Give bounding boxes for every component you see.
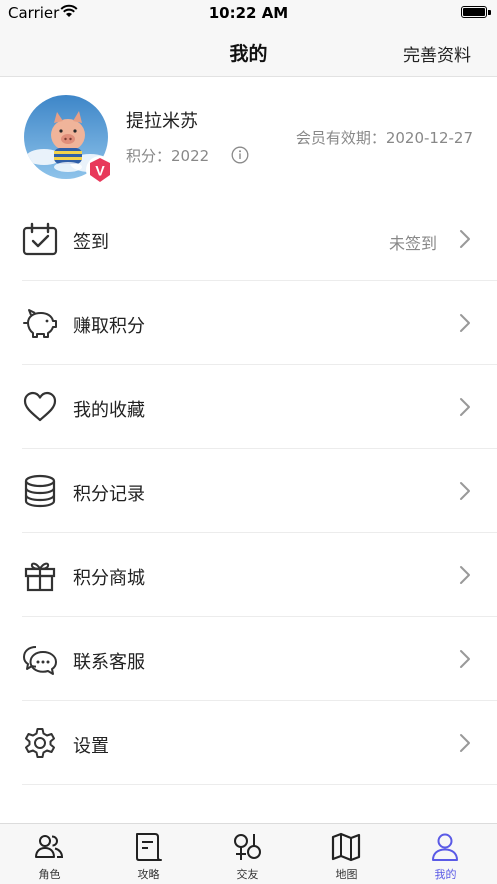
menu-item-checkin[interactable]: 签到 未签到 bbox=[0, 197, 497, 281]
calendar-check-icon bbox=[22, 222, 58, 256]
vip-badge-icon: V bbox=[86, 156, 114, 184]
chevron-right-icon bbox=[460, 566, 470, 584]
map-icon bbox=[331, 832, 361, 862]
chevron-right-icon bbox=[460, 734, 470, 752]
info-icon[interactable] bbox=[231, 146, 249, 164]
database-icon bbox=[24, 474, 56, 508]
tab-characters[interactable]: 角色 bbox=[0, 824, 99, 884]
chevron-right-icon bbox=[460, 314, 470, 332]
menu-list: 签到 未签到 赚取积分 我的收藏 积分记录 积分商城 联系客服 设置 bbox=[0, 197, 497, 785]
tab-social[interactable]: 交友 bbox=[198, 824, 297, 884]
tab-map[interactable]: 地图 bbox=[297, 824, 396, 884]
characters-icon bbox=[35, 835, 64, 858]
status-time: 10:22 AM bbox=[208, 4, 289, 22]
menu-item-label: 联系客服 bbox=[73, 652, 145, 673]
menu-item-label: 设置 bbox=[73, 736, 109, 757]
heart-icon bbox=[23, 391, 57, 422]
membership-expiry: 会员有效期：2020-12-27 bbox=[295, 129, 473, 147]
divider bbox=[22, 784, 497, 785]
tab-bar: 角色 攻略 交友 地图 我的 bbox=[0, 823, 497, 884]
menu-item-points-mall[interactable]: 积分商城 bbox=[0, 533, 497, 617]
battery-icon bbox=[461, 6, 487, 18]
tab-label: 角色 bbox=[38, 868, 61, 881]
battery-tip bbox=[488, 10, 491, 15]
gift-icon bbox=[24, 562, 56, 592]
tab-me[interactable]: 我的 bbox=[396, 824, 495, 884]
menu-item-points-history[interactable]: 积分记录 bbox=[0, 449, 497, 533]
tab-label: 我的 bbox=[434, 868, 457, 881]
profile-header[interactable]: V 提拉米苏 积分：2022 会员有效期：2020-12-27 bbox=[0, 77, 497, 197]
menu-item-label: 积分商城 bbox=[73, 568, 145, 589]
menu-item-label: 积分记录 bbox=[73, 484, 145, 505]
menu-item-label: 我的收藏 bbox=[73, 400, 145, 421]
edit-profile-button[interactable]: 完善资料 bbox=[403, 41, 471, 66]
menu-item-label: 赚取积分 bbox=[73, 316, 145, 337]
chat-bubble-icon bbox=[23, 646, 57, 675]
vip-badge-letter: V bbox=[95, 163, 105, 179]
points-label: 积分：2022 bbox=[126, 147, 210, 165]
status-bar: Carrier 10:22 AM bbox=[0, 0, 497, 26]
chevron-right-icon bbox=[460, 650, 470, 668]
chevron-right-icon bbox=[460, 398, 470, 416]
tab-label: 地图 bbox=[335, 868, 358, 881]
guide-icon bbox=[136, 833, 162, 861]
tab-label: 交友 bbox=[236, 868, 259, 881]
checkin-status: 未签到 bbox=[388, 234, 437, 253]
nav-bar: 我的 完善资料 bbox=[0, 26, 497, 77]
menu-item-customer-service[interactable]: 联系客服 bbox=[0, 617, 497, 701]
tab-guide[interactable]: 攻略 bbox=[99, 824, 198, 884]
chevron-right-icon bbox=[460, 482, 470, 500]
menu-item-earn-points[interactable]: 赚取积分 bbox=[0, 281, 497, 365]
social-icon bbox=[234, 834, 261, 860]
menu-item-settings[interactable]: 设置 bbox=[0, 701, 497, 785]
tab-label: 攻略 bbox=[137, 868, 160, 881]
chevron-right-icon bbox=[460, 230, 470, 248]
gear-icon bbox=[25, 728, 55, 758]
menu-item-favorites[interactable]: 我的收藏 bbox=[0, 365, 497, 449]
piggy-bank-icon bbox=[23, 309, 57, 338]
menu-item-label: 签到 bbox=[73, 232, 109, 253]
username: 提拉米苏 bbox=[126, 111, 198, 132]
person-icon bbox=[432, 833, 458, 861]
